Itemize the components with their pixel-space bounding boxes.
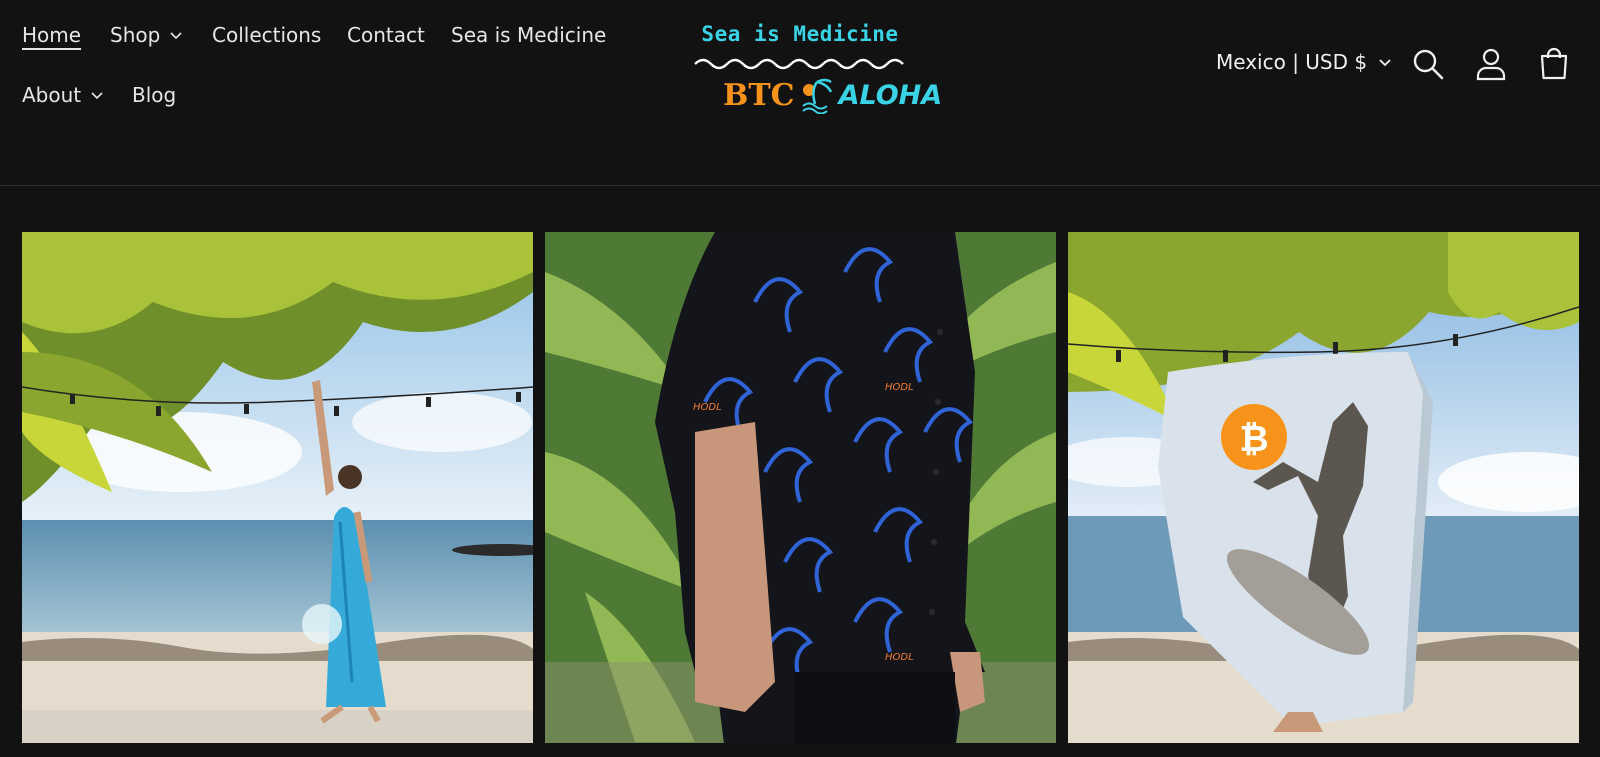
logo-tagline: Sea is Medicine [701,22,899,46]
nav-about[interactable]: About [22,83,103,107]
chevron-down-icon [170,32,182,40]
chevron-down-icon [1379,59,1391,67]
cart-icon[interactable] [1536,46,1572,82]
site-logo[interactable]: Sea is Medicine BTC ALOHA [693,22,942,126]
hodl-print-text: HODL [693,402,722,413]
nav-blog-label: Blog [132,83,177,107]
gallery-image-hodl-shirt[interactable]: HODL HODL HODL [545,232,1056,743]
logo-btc-text: BTC [723,77,795,113]
nav-shop-label: Shop [110,23,161,47]
nav-home-label: Home [22,23,82,47]
site-header: Home Shop Collections Contact Sea is Med… [0,0,1600,186]
nav-blog[interactable]: Blog [132,83,176,107]
nav-collections-label: Collections [212,23,322,47]
nav-contact[interactable]: Contact [347,23,425,47]
nav-shop[interactable]: Shop [110,23,182,47]
hodl-print-text: HODL [885,382,914,393]
nav-contact-label: Contact [347,23,425,47]
palm-island-icon [801,78,832,114]
nav-sea-is-medicine[interactable]: Sea is Medicine [451,23,606,47]
nav-home[interactable]: Home [22,23,81,47]
logo-aloha-text: ALOHA [838,79,943,111]
chevron-down-icon [91,92,103,100]
gallery-image-bitcoin-towel[interactable]: ₿ [1068,232,1579,743]
hodl-print-text: HODL [885,652,914,663]
svg-text:₿: ₿ [1239,419,1268,460]
featured-gallery: HODL HODL HODL ₿ [22,232,1579,743]
nav-about-label: About [22,83,82,107]
locale-label: Mexico | USD $ [1216,50,1368,74]
search-icon[interactable] [1410,46,1446,82]
gallery-image-dress[interactable] [22,232,533,743]
nav-collections[interactable]: Collections [212,23,321,47]
country-currency-selector[interactable]: Mexico | USD $ [1216,50,1391,74]
account-icon[interactable] [1473,46,1509,82]
logo-wave-line [694,58,904,70]
nav-sea-is-medicine-label: Sea is Medicine [451,23,607,47]
logo-wordmark: BTC ALOHA [723,76,942,114]
